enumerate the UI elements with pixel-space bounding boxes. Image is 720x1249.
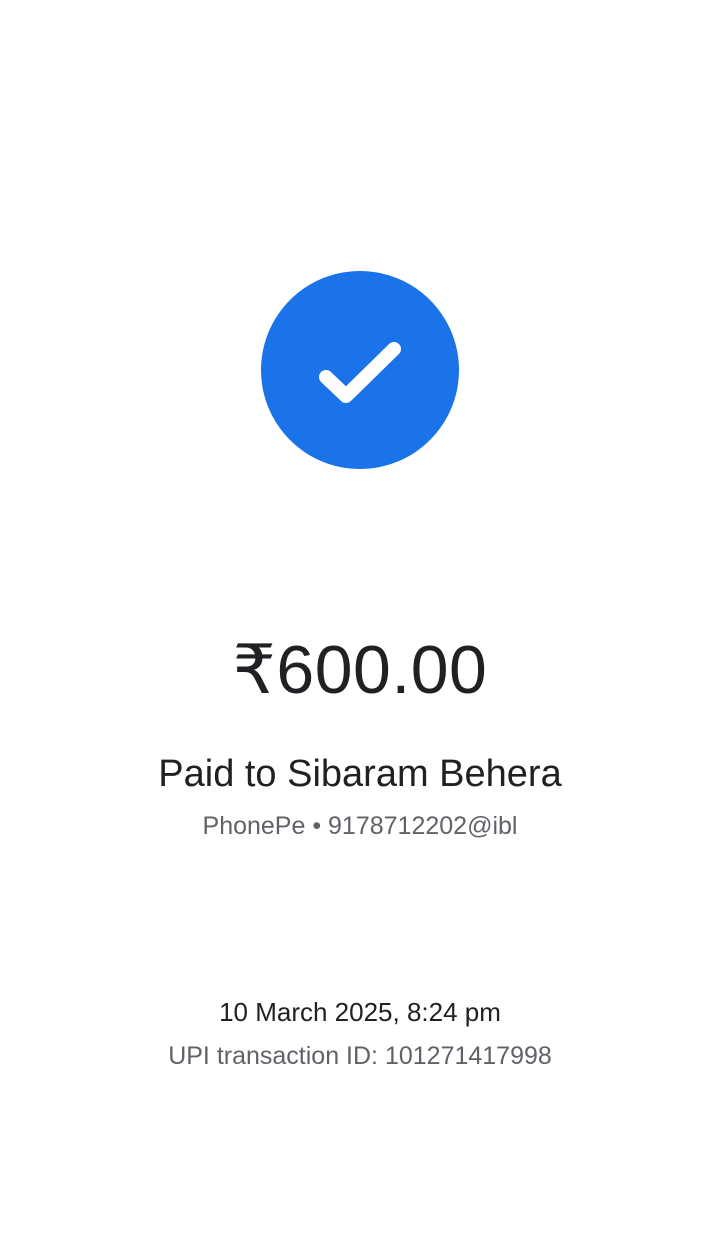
payment-amount: ₹600.00 [232, 632, 488, 708]
upi-transaction-id: UPI transaction ID: 101271417998 [168, 1042, 552, 1070]
transaction-datetime: 10 March 2025, 8:24 pm [219, 997, 501, 1027]
payment-success-screen: ₹600.00 Paid to Sibaram Behera PhonePe •… [0, 0, 720, 1249]
success-badge [261, 271, 459, 469]
payee-upi-details: PhonePe • 9178712202@ibl [202, 812, 518, 840]
payee-name: Paid to Sibaram Behera [158, 753, 562, 795]
check-icon [319, 342, 401, 403]
